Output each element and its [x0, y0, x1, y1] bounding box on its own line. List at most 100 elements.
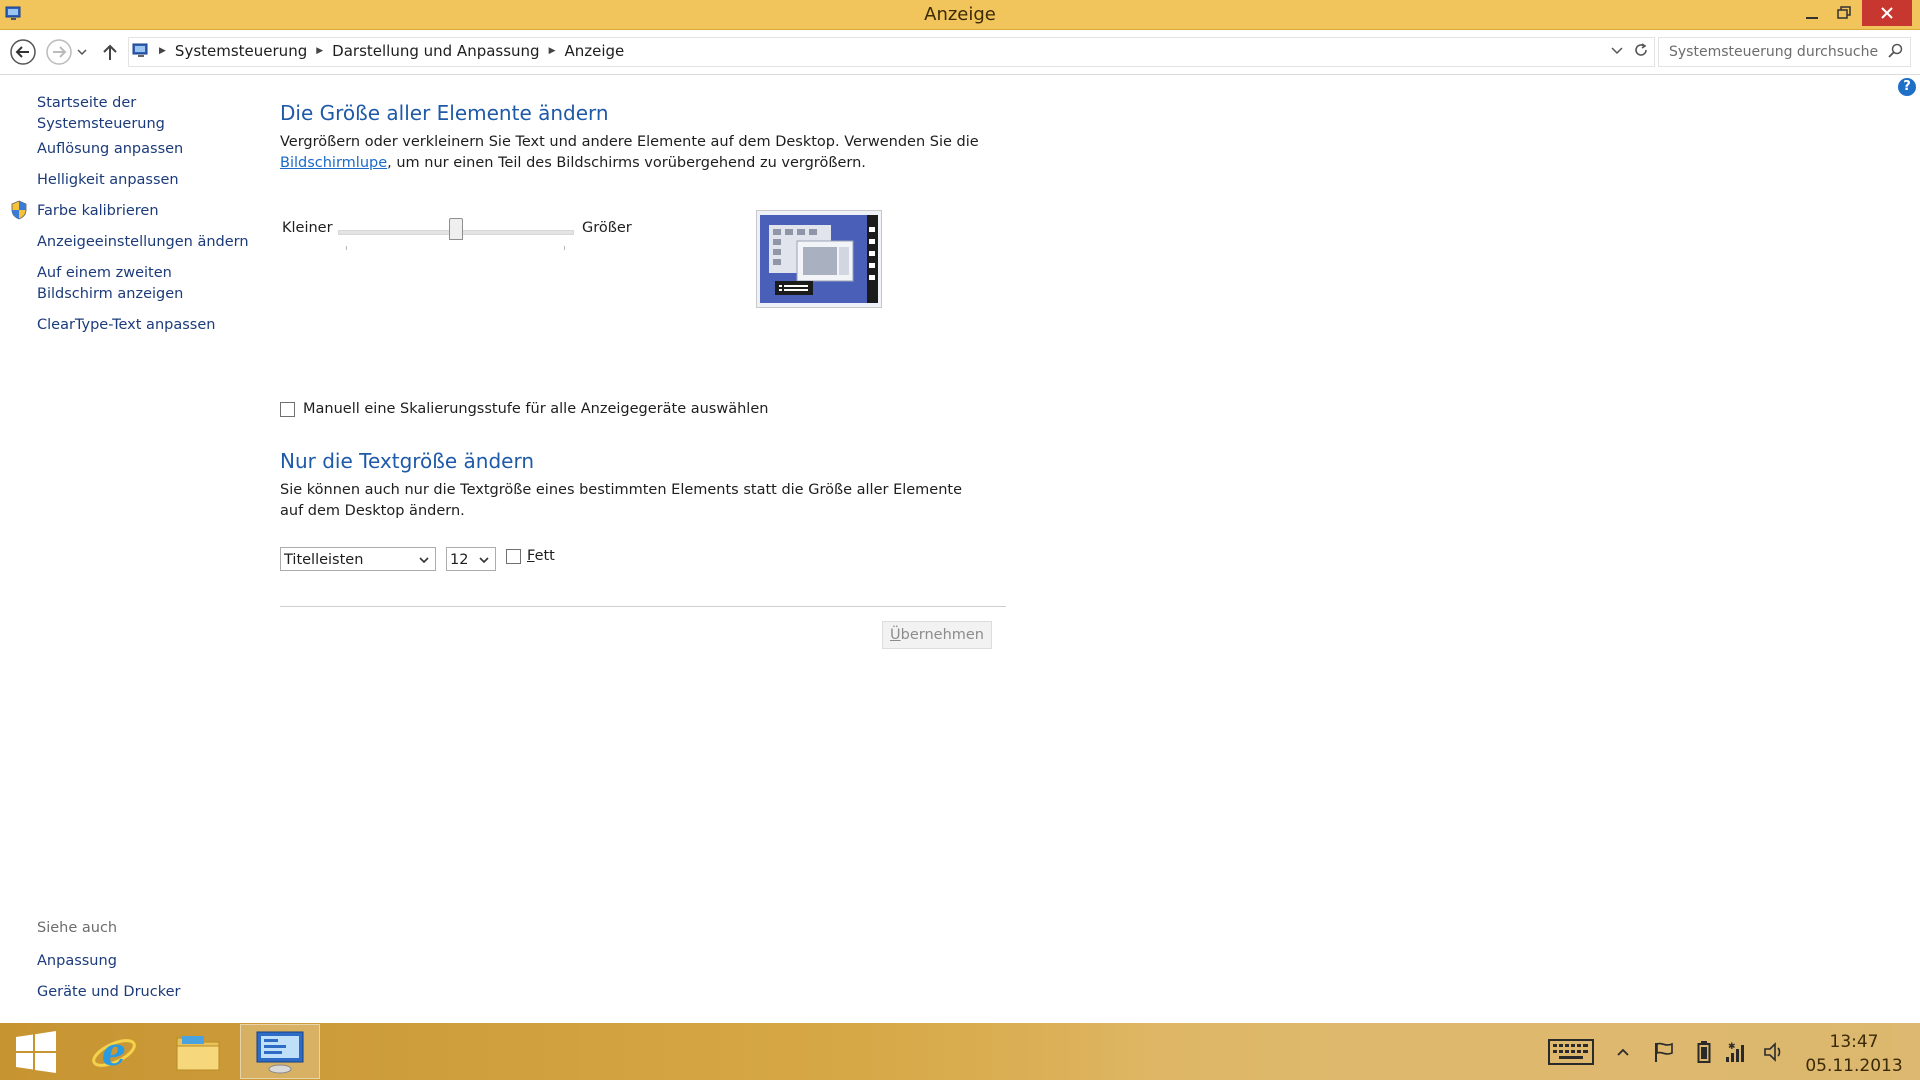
breadcrumb-separator-icon[interactable]: ▶ — [549, 46, 556, 56]
see-also-link-anpassung[interactable]: Anpassung — [37, 951, 117, 972]
close-button[interactable] — [1862, 0, 1912, 26]
bold-option: Fett — [506, 548, 555, 564]
breadcrumb-separator-icon[interactable]: ▶ — [316, 46, 323, 56]
sidebar-link-aufloesung[interactable]: Auflösung anpassen — [37, 139, 183, 160]
windows-logo-icon — [16, 1030, 56, 1073]
heading-size-all-elements: Die Größe aller Elemente ändern — [280, 101, 609, 125]
slider-max-label: Größer — [582, 220, 632, 236]
sidebar-link-zweiter-bildschirm[interactable]: Auf einem zweiten Bildschirm anzeigen — [37, 263, 247, 305]
taskbar-internet-explorer[interactable]: e — [84, 1023, 144, 1080]
manual-scaling-checkbox[interactable] — [280, 401, 295, 417]
sidebar-link-cleartype[interactable]: ClearType-Text anpassen — [37, 315, 215, 336]
apply-accesskey: Ü — [890, 627, 901, 643]
sidebar-link-helligkeit[interactable]: Helligkeit anpassen — [37, 170, 179, 191]
slider-tick — [564, 246, 565, 250]
address-history-dropdown[interactable] — [1610, 42, 1624, 61]
maximize-button[interactable] — [1828, 0, 1860, 26]
breadcrumb-systemsteuerung[interactable]: Systemsteuerung — [175, 42, 307, 60]
system-clock[interactable]: 13:47 05.11.2013 — [1794, 1030, 1914, 1078]
touch-keyboard-button[interactable] — [1545, 1023, 1597, 1080]
breadcrumb-separator-icon[interactable]: ▶ — [159, 46, 166, 56]
battery-button[interactable] — [1692, 1023, 1716, 1080]
show-hidden-icons-button[interactable] — [1612, 1023, 1634, 1080]
bold-label-text: ett — [534, 548, 555, 564]
bold-label-accesskey: F — [527, 548, 535, 564]
forward-arrow-icon — [46, 39, 72, 65]
control-panel-icon — [132, 43, 148, 57]
display-preview-image — [756, 210, 882, 308]
internet-explorer-icon: e — [92, 1029, 136, 1074]
window-title: Anzeige — [924, 4, 996, 25]
font-size-select[interactable]: 12 — [446, 547, 496, 571]
magnifier-link[interactable]: Bildschirmlupe — [280, 155, 387, 171]
breadcrumb: ▶ Systemsteuerung ▶ Darstellung und Anpa… — [129, 42, 624, 60]
font-size-select-value: 12 — [450, 552, 469, 568]
bold-label[interactable]: Fett — [527, 548, 555, 564]
up-arrow-icon — [103, 44, 117, 60]
svg-text:e: e — [102, 1029, 126, 1074]
address-bar[interactable]: ▶ Systemsteuerung ▶ Darstellung und Anpa… — [128, 37, 1655, 67]
apply-button[interactable]: Übernehmen — [882, 621, 992, 649]
chevron-down-icon — [479, 557, 489, 564]
battery-icon — [1697, 1040, 1711, 1063]
minimize-button[interactable] — [1796, 0, 1828, 26]
clock-time: 13:47 — [1829, 1032, 1879, 1052]
chevron-down-icon — [1611, 47, 1623, 55]
breadcrumb-anzeige[interactable]: Anzeige — [565, 42, 625, 60]
breadcrumb-darstellung[interactable]: Darstellung und Anpassung — [332, 42, 539, 60]
close-icon — [1881, 7, 1893, 19]
manual-scaling-label[interactable]: Manuell eine Skalierungsstufe für alle A… — [303, 401, 768, 417]
search-input[interactable] — [1667, 38, 1881, 66]
keyboard-icon — [1548, 1038, 1594, 1065]
search-icon[interactable] — [1888, 43, 1904, 59]
main-content: Die Größe aller Elemente ändern Vergröße… — [280, 75, 1040, 675]
sidebar-link-farbe-kalibrieren[interactable]: Farbe kalibrieren — [37, 201, 159, 222]
chevron-down-icon — [77, 49, 87, 56]
restore-icon — [1837, 6, 1851, 19]
chevron-down-icon — [419, 557, 429, 564]
description-text-size: Sie können auch nur die Textgröße eines … — [280, 482, 963, 519]
sidebar-link-anzeigeeinstellungen[interactable]: Anzeigeeinstellungen ändern — [37, 232, 249, 253]
see-also-link-geraete-drucker[interactable]: Geräte und Drucker — [37, 982, 180, 1003]
description-text: , um nur einen Teil des Bildschirms vorü… — [387, 155, 866, 171]
chevron-up-icon — [1617, 1048, 1629, 1056]
action-center-button[interactable] — [1650, 1023, 1678, 1080]
up-button[interactable] — [98, 37, 122, 67]
taskbar: e ✱ 13:47 05.11.2013 — [0, 1023, 1920, 1080]
back-button[interactable] — [8, 37, 38, 67]
heading-text-size-only: Nur die Textgröße ändern — [280, 449, 535, 473]
volume-button[interactable] — [1760, 1023, 1788, 1080]
search-box[interactable] — [1658, 37, 1911, 67]
scale-slider[interactable] — [338, 212, 574, 252]
refresh-button[interactable] — [1632, 41, 1650, 63]
folder-icon — [176, 1035, 220, 1070]
scale-slider-row: Kleiner Größer — [282, 212, 682, 252]
display-preview-icon — [760, 215, 878, 303]
help-icon[interactable]: ? — [1898, 78, 1916, 96]
network-signal-icon: ✱ — [1726, 1042, 1744, 1062]
apply-label: bernehmen — [900, 627, 984, 643]
divider — [280, 606, 1006, 607]
start-button[interactable] — [8, 1023, 64, 1080]
recent-locations-dropdown[interactable] — [74, 37, 90, 67]
minimize-icon — [1806, 17, 1818, 19]
back-arrow-icon — [10, 39, 36, 65]
slider-min-label: Kleiner — [282, 220, 333, 236]
svg-text:✱: ✱ — [1728, 1042, 1736, 1052]
bold-checkbox[interactable] — [506, 548, 521, 564]
flag-icon — [1655, 1042, 1673, 1062]
slider-thumb[interactable] — [449, 218, 463, 240]
taskbar-control-panel[interactable] — [240, 1024, 320, 1079]
element-select-value: Titelleisten — [284, 552, 364, 568]
element-select[interactable]: Titelleisten — [280, 547, 436, 571]
forward-button[interactable] — [44, 37, 74, 67]
refresh-icon — [1635, 43, 1647, 56]
taskbar-file-explorer[interactable] — [168, 1023, 228, 1080]
taskbar-highlight — [1060, 1023, 1920, 1080]
sidebar-home-link[interactable]: Startseite der Systemsteuerung — [37, 93, 260, 135]
title-bar: Anzeige — [0, 0, 1920, 30]
network-button[interactable]: ✱ — [1722, 1023, 1750, 1080]
description-text: Vergrößern oder verkleinern Sie Text und… — [280, 134, 979, 150]
slider-tick — [346, 246, 347, 250]
speaker-icon — [1764, 1041, 1781, 1062]
